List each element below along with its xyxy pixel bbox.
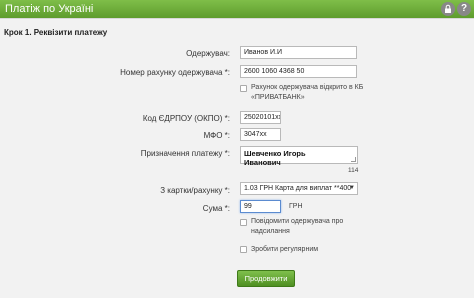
page-header: Платіж по Україні ? [0,0,474,18]
privatbank-label-line2: «ПРИВАТБАНК» [251,94,305,101]
notify-label: Повідомити одержувача про надсилання [251,217,343,237]
lock-icon[interactable] [441,2,455,16]
payment-form-panel: Крок 1. Реквізити платежу Одержувач: Ива… [0,18,474,298]
amount-input[interactable]: 99 [240,200,281,213]
mfo-label: МФО *: [203,131,230,140]
purpose-line1: Шевченко Игорь [244,149,306,158]
privatbank-checkbox[interactable] [240,85,247,92]
card-select[interactable]: 1.03 ГРН Карта для виплат **400 ▼ [240,182,358,195]
card-label: З картки/рахунку *: [160,186,230,195]
resize-grip-icon[interactable] [351,157,356,162]
account-input[interactable]: 2600 1060 4368 50 [240,65,357,78]
edrpou-input[interactable]: 25020101хх [240,111,281,124]
currency-label: ГРН [289,203,303,210]
continue-button[interactable]: Продовжити [237,270,295,287]
recipient-label: Одержувач: [186,49,230,58]
notify-label-line2: надсилання [251,228,290,235]
recipient-input[interactable]: Иванов И.И [240,46,357,59]
purpose-line2: Иванович [244,158,281,167]
privatbank-label-line1: Рахунок одержувача відкрито в КБ [251,84,364,91]
regular-checkbox[interactable] [240,246,247,253]
help-icon[interactable]: ? [457,2,471,16]
lock-glyph [445,4,451,13]
privatbank-label: Рахунок одержувача відкрито в КБ «ПРИВАТ… [251,83,363,103]
notify-checkbox[interactable] [240,219,247,226]
char-counter: 114 [348,167,359,174]
page-title: Платіж по Україні [5,3,94,15]
account-label: Номер рахунку одержувача *: [120,68,230,77]
notify-label-line1: Повідомити одержувача про [251,218,344,225]
purpose-textarea[interactable]: Шевченко Игорь Иванович [240,146,358,167]
amount-label: Сума *: [202,204,230,213]
mfo-input[interactable]: 3047хх [240,128,281,141]
edrpou-label: Код ЄДРПОУ (ОКПО) *: [142,114,230,123]
purpose-label: Призначення платежу *: [140,149,230,158]
card-select-value: 1.03 ГРН Карта для виплат **400 [244,185,352,192]
step-title: Крок 1. Реквізити платежу [4,28,108,37]
regular-label: Зробити регулярним [251,246,319,253]
chevron-down-icon: ▼ [349,185,355,191]
